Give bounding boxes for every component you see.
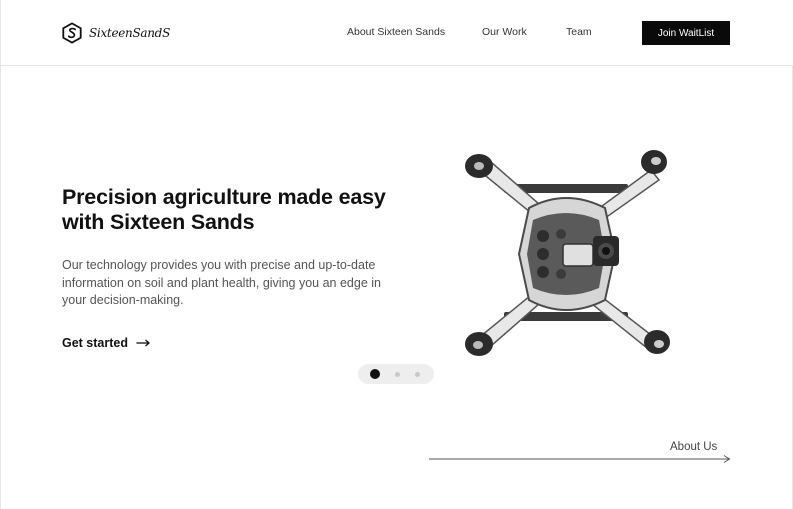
join-waitlist-button[interactable]: Join WaitList bbox=[642, 21, 730, 45]
landing-page: SixteenSandS About Sixteen Sands Our Wor… bbox=[0, 0, 793, 509]
hero-title: Precision agriculture made easy with Six… bbox=[62, 185, 386, 234]
nav-our-work[interactable]: Our Work bbox=[482, 26, 527, 38]
nav-team[interactable]: Team bbox=[566, 26, 592, 38]
long-arrow-right-icon bbox=[429, 455, 731, 463]
arrow-right-icon bbox=[136, 339, 150, 347]
carousel-indicator bbox=[358, 364, 434, 384]
carousel-dot-2[interactable] bbox=[395, 371, 400, 377]
drone-image bbox=[465, 150, 670, 356]
hero-description: Our technology provides you with precise… bbox=[62, 258, 381, 307]
carousel-dot-1[interactable] bbox=[370, 369, 380, 379]
nav-about-sixteen-sands[interactable]: About Sixteen Sands bbox=[347, 26, 445, 38]
get-started-link[interactable]: Get started bbox=[62, 336, 150, 350]
carousel-dot-3[interactable] bbox=[415, 371, 420, 377]
get-started-label: Get started bbox=[62, 336, 128, 350]
top-header: SixteenSandS About Sixteen Sands Our Wor… bbox=[1, 0, 793, 66]
about-us-link[interactable]: About Us bbox=[670, 441, 717, 453]
